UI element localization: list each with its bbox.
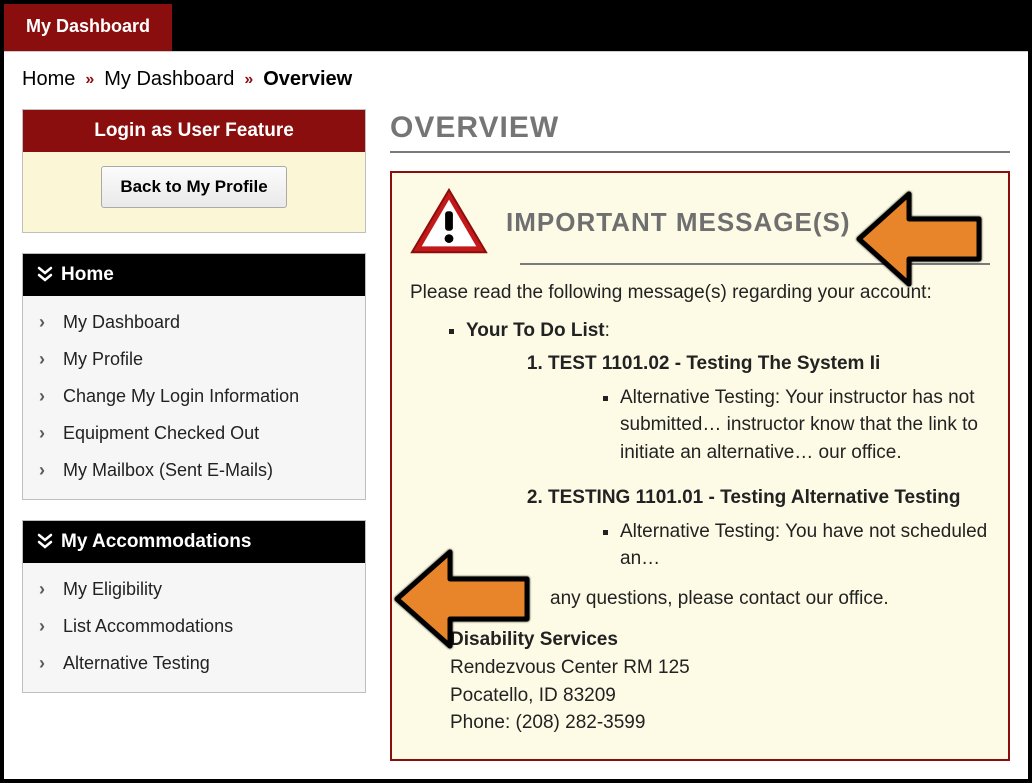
sidebar-item-equipment-checked-out[interactable]: › Equipment Checked Out (23, 415, 365, 452)
back-to-my-profile-button[interactable]: Back to My Profile (101, 166, 286, 208)
contact-phone: Phone: (208) 282-3599 (450, 709, 990, 737)
breadcrumb: Home » My Dashboard » Overview (4, 52, 1028, 109)
important-messages-body: Please read the following message(s) reg… (410, 279, 990, 737)
contact-name: Disability Services (450, 626, 990, 654)
chevron-right-icon: › (39, 653, 53, 674)
nav-group-my-accommodations: My Accommodations › My Eligibility › Lis… (22, 520, 366, 693)
page-title: OVERVIEW (390, 111, 1010, 145)
important-intro: Please read the following message(s) reg… (410, 279, 990, 307)
todo-item-1-detail: Alternative Testing: Your instructor has… (620, 384, 990, 467)
sidebar: Login as User Feature Back to My Profile… (22, 109, 366, 713)
tab-my-dashboard[interactable]: My Dashboard (4, 4, 173, 51)
double-chevron-down-icon (37, 533, 53, 551)
sidebar-item-label: Alternative Testing (63, 653, 210, 674)
sidebar-item-label: Change My Login Information (63, 386, 299, 407)
sidebar-item-label: My Eligibility (63, 579, 162, 600)
nav-group-accommodations-header[interactable]: My Accommodations (23, 521, 365, 563)
page-title-rule (390, 151, 1010, 153)
sidebar-item-label: My Mailbox (Sent E-Mails) (63, 460, 273, 481)
questions-line: any questions, please contact our office… (550, 585, 990, 613)
breadcrumb-home[interactable]: Home (22, 68, 75, 91)
chevron-right-icon: › (39, 579, 53, 600)
sidebar-item-change-login-info[interactable]: › Change My Login Information (23, 378, 365, 415)
contact-addr1: Rendezvous Center RM 125 (450, 654, 990, 682)
nav-group-home: Home › My Dashboard › My Profile › Chang… (22, 253, 366, 500)
nav-group-home-title: Home (61, 264, 114, 286)
sidebar-item-list-accommodations[interactable]: › List Accommodations (23, 608, 365, 645)
breadcrumb-current: Overview (263, 68, 352, 91)
sidebar-item-label: Equipment Checked Out (63, 423, 259, 444)
contact-addr2: Pocatello, ID 83209 (450, 682, 990, 710)
double-chevron-down-icon (37, 266, 53, 284)
todo-item-1: TEST 1101.02 - Testing The System Ii Alt… (548, 350, 990, 466)
chevron-right-icon: › (39, 386, 53, 407)
topbar: My Dashboard (4, 4, 1028, 52)
sidebar-item-my-eligibility[interactable]: › My Eligibility (23, 571, 365, 608)
chevron-right-icon: › (39, 616, 53, 637)
chevron-right-icon: » (244, 71, 253, 89)
chevron-right-icon: › (39, 423, 53, 444)
todo-list-label: Your To Do List: TEST 1101.02 - Testing … (466, 317, 990, 573)
important-messages-heading: IMPORTANT MESSAGE(S) (506, 207, 851, 238)
login-as-user-box: Login as User Feature Back to My Profile (22, 109, 366, 233)
warning-triangle-icon (410, 187, 488, 257)
sidebar-item-my-dashboard[interactable]: › My Dashboard (23, 304, 365, 341)
main-content: OVERVIEW IMPORTANT MESSAGE(S) (390, 109, 1010, 761)
chevron-right-icon: › (39, 460, 53, 481)
todo-item-2-detail: Alternative Testing: You have not schedu… (620, 518, 990, 573)
contact-block: Disability Services Rendezvous Center RM… (450, 626, 990, 736)
nav-group-home-header[interactable]: Home (23, 254, 365, 296)
breadcrumb-my-dashboard[interactable]: My Dashboard (104, 68, 234, 91)
chevron-right-icon: › (39, 349, 53, 370)
sidebar-item-my-profile[interactable]: › My Profile (23, 341, 365, 378)
sidebar-item-label: My Profile (63, 349, 143, 370)
sidebar-item-alternative-testing[interactable]: › Alternative Testing (23, 645, 365, 682)
nav-group-accommodations-title: My Accommodations (61, 531, 251, 553)
chevron-right-icon: › (39, 312, 53, 333)
chevron-right-icon: » (85, 71, 94, 89)
sidebar-item-my-mailbox[interactable]: › My Mailbox (Sent E-Mails) (23, 452, 365, 489)
todo-item-2: TESTING 1101.01 - Testing Alternative Te… (548, 484, 990, 573)
login-box-title: Login as User Feature (23, 110, 365, 152)
sidebar-item-label: List Accommodations (63, 616, 233, 637)
sidebar-item-label: My Dashboard (63, 312, 180, 333)
important-messages-box: IMPORTANT MESSAGE(S) Please read the fol… (390, 171, 1010, 761)
important-messages-rule (520, 263, 990, 265)
